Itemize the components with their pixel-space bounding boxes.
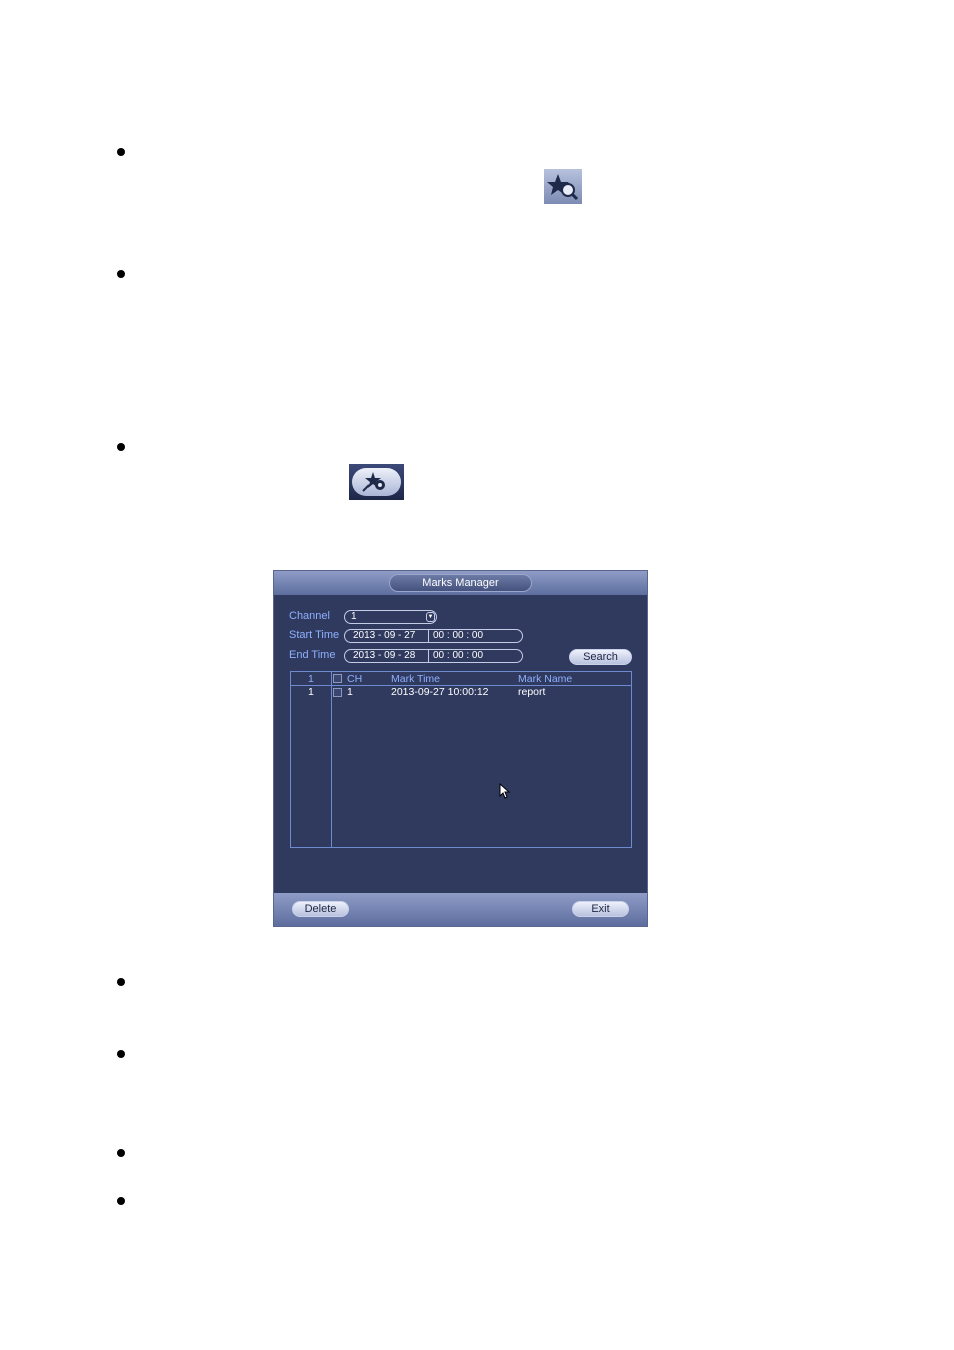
dialog-title: Marks Manager: [389, 574, 532, 592]
search-button[interactable]: Search: [569, 649, 632, 665]
field-divider: [428, 650, 429, 662]
end-clock-value[interactable]: 00 : 00 : 00: [433, 650, 483, 662]
start-time-field[interactable]: 2013 - 09 - 27 00 : 00 : 00: [344, 629, 523, 643]
start-time-label: Start Time: [289, 629, 340, 641]
table-column-divider: [331, 672, 332, 847]
end-time-field[interactable]: 2013 - 09 - 28 00 : 00 : 00: [344, 649, 523, 663]
bullet-point: [117, 443, 125, 451]
mouse-cursor-icon: [499, 783, 511, 799]
bullet-point: [117, 1149, 125, 1157]
row-mark-name: report: [518, 686, 546, 698]
header-mark-time: Mark Time: [391, 673, 441, 685]
exit-button[interactable]: Exit: [572, 901, 629, 917]
select-all-checkbox[interactable]: [333, 674, 342, 683]
bullet-point: [117, 978, 125, 986]
end-time-label: End Time: [289, 649, 336, 661]
end-date-value[interactable]: 2013 - 09 - 28: [353, 650, 415, 662]
mark-search-icon[interactable]: [544, 169, 582, 204]
field-divider: [428, 630, 429, 642]
channel-select[interactable]: 1 ▼: [344, 610, 437, 624]
row-index: 1: [308, 686, 314, 698]
delete-button[interactable]: Delete: [292, 901, 349, 917]
header-index: 1: [308, 673, 314, 685]
header-ch: CH: [347, 673, 363, 685]
row-mark-time: 2013-09-27 10:00:12: [391, 686, 489, 698]
mark-manager-icon[interactable]: [349, 464, 404, 500]
row-ch: 1: [347, 686, 353, 698]
start-date-value[interactable]: 2013 - 09 - 27: [353, 630, 415, 642]
start-clock-value[interactable]: 00 : 00 : 00: [433, 630, 483, 642]
header-mark-name: Mark Name: [518, 673, 573, 685]
bullet-point: [117, 1050, 125, 1058]
chevron-down-icon: ▼: [426, 612, 435, 622]
channel-label: Channel: [289, 610, 330, 622]
dialog-button-bar: Delete Exit: [274, 893, 647, 926]
marks-table: 1 CH Mark Time Mark Name 1 1 2013-09-27 …: [290, 671, 632, 848]
marks-manager-dialog: Marks Manager Channel 1 ▼ Start Time 201…: [273, 570, 648, 927]
dialog-title-bar: Marks Manager: [274, 571, 647, 595]
bullet-point: [117, 1197, 125, 1205]
row-checkbox[interactable]: [333, 688, 342, 697]
bullet-point: [117, 148, 125, 156]
channel-value: 1: [351, 611, 357, 622]
bullet-point: [117, 270, 125, 278]
